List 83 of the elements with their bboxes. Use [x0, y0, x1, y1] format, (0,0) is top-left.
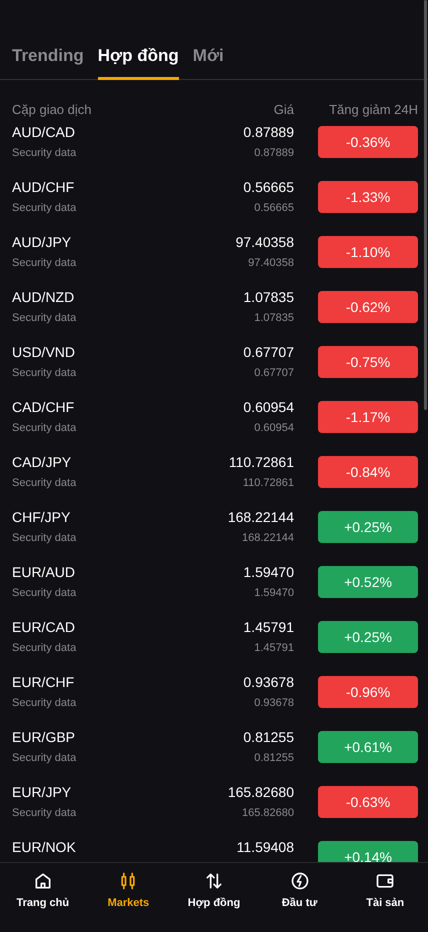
pair-name: AUD/JPY [12, 234, 72, 250]
pair-subtitle: Security data [12, 422, 78, 434]
price: 168.22144 [228, 509, 294, 525]
price: 1.45791 [243, 619, 294, 635]
pair-name: CAD/CHF [12, 399, 76, 415]
sub-price: 1.59470 [254, 587, 294, 599]
column-header: Giá [272, 102, 294, 117]
price: 0.56665 [243, 179, 294, 195]
pair-subtitle: Security data [12, 257, 78, 269]
tab[interactable]: Hợp đồng [98, 40, 179, 80]
price: 110.72861 [228, 454, 294, 470]
sub-price: 165.82680 [242, 807, 294, 819]
home-icon [32, 871, 53, 891]
pair-name: AUD/CHF [12, 179, 76, 195]
sub-price: 0.60954 [254, 422, 294, 434]
price: 0.93678 [243, 674, 294, 690]
sub-price: 0.93678 [254, 697, 294, 709]
pair-subtitle: Security data [12, 202, 78, 214]
sub-price: 97.40358 [248, 257, 294, 269]
nav-tab[interactable]: Tài sản [342, 871, 428, 917]
pair-name: EUR/NOK [12, 839, 77, 855]
pair-name: CAD/JPY [12, 454, 72, 470]
change-badge: +0.25% [318, 621, 418, 653]
change-badge: -0.36% [318, 126, 418, 158]
pair-subtitle: Security data [12, 697, 78, 709]
price: 0.81255 [243, 729, 294, 745]
scrollbar[interactable] [424, 0, 427, 410]
sub-price: 0.56665 [254, 202, 294, 214]
sub-price: 110.72861 [242, 477, 294, 489]
price: 1.59470 [243, 564, 294, 580]
change-badge: +0.61% [318, 731, 418, 763]
pair-name: EUR/CAD [12, 619, 76, 635]
nav-tab[interactable]: Đầu tư [256, 871, 342, 917]
sub-price: 0.67707 [254, 367, 294, 379]
pair-name: CHF/JPY [12, 509, 72, 525]
change-badge: -1.33% [318, 181, 418, 213]
price: 165.82680 [228, 784, 294, 800]
sub-price: 1.07835 [254, 312, 294, 324]
change-badge: +0.25% [318, 511, 418, 543]
pair-name: AUD/NZD [12, 289, 76, 305]
sub-price: 0.81255 [254, 752, 294, 764]
column-header: Tăng giảm 24H [328, 102, 418, 117]
nav-tab[interactable]: Markets [86, 871, 172, 917]
pair-subtitle: Security data [12, 532, 78, 544]
sub-price: 0.87889 [254, 147, 294, 159]
tab[interactable]: Mới [192, 40, 224, 80]
lightning-icon [290, 871, 310, 891]
pair-subtitle: Security data [12, 587, 78, 599]
pair-subtitle: Security data [12, 312, 78, 324]
pair-name: AUD/CAD [12, 124, 76, 140]
change-badge: -1.10% [318, 236, 418, 268]
change-badge: -0.96% [318, 676, 418, 708]
change-badge: +0.52% [318, 566, 418, 598]
price: 0.60954 [243, 399, 294, 415]
nav-tab[interactable]: Hợp đồng [171, 871, 257, 917]
sub-price: 168.22144 [242, 532, 294, 544]
pair-name: USD/VND [12, 344, 76, 360]
pair-subtitle: Security data [12, 642, 78, 654]
pair-name: EUR/CHF [12, 674, 76, 690]
price: 97.40358 [236, 234, 294, 250]
change-badge: +0.14% [318, 841, 418, 862]
change-badge: -1.17% [318, 401, 418, 433]
pair-subtitle: Security data [12, 807, 78, 819]
column-header: Cặp giao dịch [12, 102, 92, 117]
pair-name: EUR/GBP [12, 729, 76, 745]
price: 1.07835 [243, 289, 294, 305]
change-badge: -0.62% [318, 291, 418, 323]
sub-price: 1.45791 [254, 642, 294, 654]
change-badge: -0.75% [318, 346, 418, 378]
change-badge: -0.63% [318, 786, 418, 818]
pair-name: EUR/JPY [12, 784, 72, 800]
pair-subtitle: Security data [12, 367, 78, 379]
tab[interactable]: Trending [12, 40, 84, 80]
price: 11.59408 [236, 839, 294, 855]
price: 0.87889 [243, 124, 294, 140]
pair-subtitle: Security data [12, 477, 78, 489]
pair-subtitle: Security data [12, 147, 78, 159]
change-badge: -0.84% [318, 456, 418, 488]
price: 0.67707 [243, 344, 294, 360]
pair-name: EUR/AUD [12, 564, 76, 580]
pair-subtitle: Security data [12, 752, 78, 764]
nav-tab[interactable]: Trang chủ [0, 871, 86, 917]
swap-arrows-icon [204, 871, 224, 891]
